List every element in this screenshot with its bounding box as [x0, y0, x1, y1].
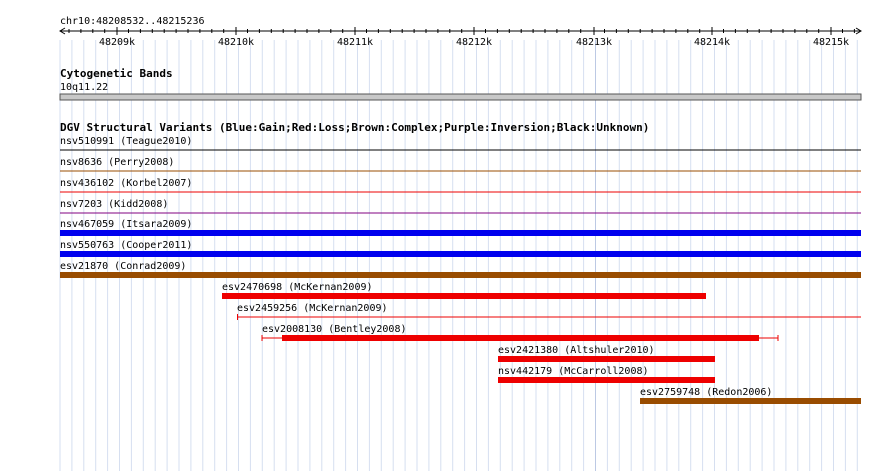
dgv-feature-bar — [60, 251, 861, 257]
dgv-feature[interactable]: nsv8636 (Perry2008) — [60, 157, 861, 172]
dgv-feature-label: nsv8636 (Perry2008) — [60, 157, 174, 168]
ruler-tick-label: 48213k — [576, 37, 612, 48]
dgv-feature[interactable]: nsv550763 (Cooper2011) — [60, 240, 861, 257]
dgv-feature-list: nsv510991 (Teague2010) nsv8636 (Perry2008… — [60, 136, 861, 404]
ruler-tick-label: 48211k — [337, 37, 373, 48]
dgv-feature-label: nsv510991 (Teague2010) — [60, 136, 192, 147]
ruler-tick-label: 48214k — [694, 37, 730, 48]
ruler-axis[interactable]: 48209k 48210k 48211k 48212k 48213k 48214k 4821… — [59, 27, 862, 48]
dgv-track-heading: DGV Structural Variants (Blue:Gain;Red:L… — [60, 121, 649, 134]
ruler-tick-label: 48209k — [99, 37, 135, 48]
dgv-feature-bar — [60, 230, 861, 236]
dgv-feature-bar — [60, 272, 861, 278]
dgv-feature[interactable]: nsv436102 (Korbel2007) — [60, 178, 861, 193]
dgv-feature-label: nsv436102 (Korbel2007) — [60, 178, 192, 189]
dgv-feature-bar — [640, 398, 861, 404]
dgv-feature[interactable]: nsv442179 (McCarroll2008) — [498, 366, 715, 383]
dgv-feature-label: nsv550763 (Cooper2011) — [60, 240, 192, 251]
dgv-feature-bar — [282, 335, 759, 341]
cytoband-track-heading: Cytogenetic Bands — [60, 67, 173, 80]
dgv-feature[interactable]: esv21870 (Conrad2009) — [60, 261, 861, 278]
dgv-feature-label: esv2459256 (McKernan2009) — [237, 303, 388, 314]
dgv-feature-label: esv21870 (Conrad2009) — [60, 261, 186, 272]
track-panel: chr10:48208532..48215236 48209k 48210k 482… — [59, 16, 862, 471]
ruler-tick-label: 48215k — [813, 37, 849, 48]
cytoband-bar[interactable] — [59, 93, 862, 101]
dgv-feature[interactable]: nsv7203 (Kidd2008) — [60, 199, 861, 214]
dgv-feature-label: esv2759748 (Redon2006) — [640, 387, 772, 398]
dgv-feature-bar — [498, 377, 715, 383]
dgv-feature-label: esv2008130 (Bentley2008) — [262, 324, 407, 335]
dgv-feature[interactable]: nsv510991 (Teague2010) — [60, 136, 861, 151]
ruler-tick-label: 48210k — [218, 37, 254, 48]
dgv-feature[interactable]: esv2459256 (McKernan2009) — [237, 303, 861, 320]
ruler-title: chr10:48208532..48215236 — [60, 16, 205, 27]
dgv-feature-label: esv2470698 (McKernan2009) — [222, 282, 373, 293]
dgv-feature-bar — [222, 293, 706, 299]
dgv-feature-label: nsv442179 (McCarroll2008) — [498, 366, 649, 377]
dgv-feature[interactable]: esv2470698 (McKernan2009) — [222, 282, 706, 299]
dgv-feature[interactable]: nsv467059 (Itsara2009) — [60, 219, 861, 236]
dgv-feature-label: nsv7203 (Kidd2008) — [60, 199, 168, 210]
dgv-feature-label: nsv467059 (Itsara2009) — [60, 219, 192, 230]
dgv-feature[interactable]: esv2421380 (Altshuler2010) — [498, 345, 715, 362]
dgv-feature-label: esv2421380 (Altshuler2010) — [498, 345, 655, 356]
dgv-feature[interactable]: esv2008130 (Bentley2008) — [261, 324, 779, 341]
cytoband-label: 10q11.22 — [60, 82, 108, 93]
genome-browser-view: chr10:48208532..48215236 48209k 48210k 482… — [0, 0, 890, 471]
dgv-feature-bar — [498, 356, 715, 362]
dgv-feature[interactable]: esv2759748 (Redon2006) — [640, 387, 861, 404]
ruler-tick-label: 48212k — [456, 37, 492, 48]
